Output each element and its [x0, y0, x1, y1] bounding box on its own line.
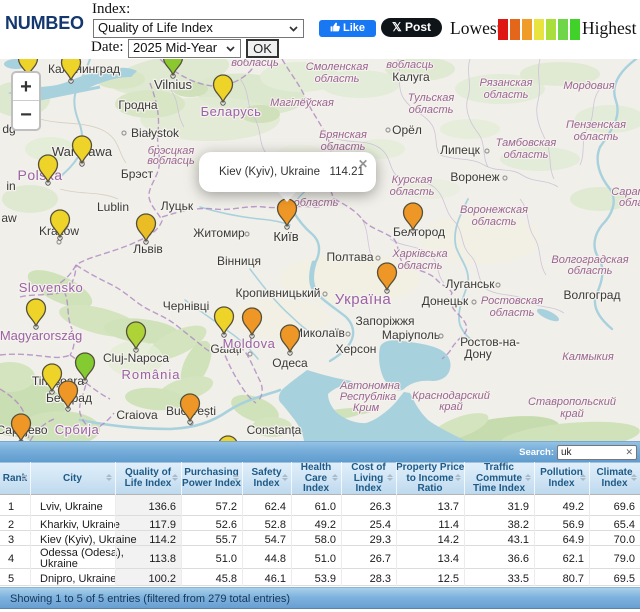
svg-text:Чернівці: Чернівці — [163, 299, 210, 313]
svg-text:Одеса: Одеса — [272, 356, 308, 370]
svg-text:область: область — [484, 89, 529, 101]
svg-text:Брэст: Брэст — [121, 167, 154, 181]
svg-text:Беларусь: Беларусь — [201, 104, 262, 119]
svg-text:Калининград: Калининград — [48, 62, 120, 76]
svg-text:Moldova: Moldova — [223, 336, 276, 351]
svg-text:Craiova: Craiova — [116, 408, 158, 422]
svg-text:область: область — [294, 197, 339, 209]
svg-text:Маріуполь: Маріуполь — [382, 328, 440, 342]
svg-text:Україна: Україна — [335, 291, 392, 308]
svg-text:область: область — [568, 265, 613, 277]
svg-text:Ставропольский: Ставропольский — [528, 396, 616, 408]
svg-text:Крим: Крим — [353, 402, 380, 414]
svg-text:Донецьк: Донецьк — [422, 294, 469, 308]
svg-text:Липецк: Липецк — [440, 143, 481, 157]
svg-text:Кропивницький: Кропивницький — [235, 286, 320, 300]
svg-text:Волгоград: Волгоград — [564, 288, 621, 302]
svg-text:область: область — [390, 186, 435, 198]
svg-text:область: область — [574, 131, 619, 143]
svg-text:aw: aw — [1, 211, 17, 225]
svg-text:Slovensko: Slovensko — [19, 280, 83, 295]
svg-text:область: область — [472, 216, 517, 228]
svg-text:Cluj-Napoca: Cluj-Napoca — [103, 351, 169, 365]
svg-text:Львів: Львів — [133, 242, 163, 256]
svg-text:România: România — [121, 367, 180, 382]
svg-text:область: область — [409, 104, 454, 116]
svg-text:область: область — [398, 260, 443, 272]
svg-text:вобласць: вобласць — [231, 59, 279, 69]
svg-text:Магілёўская: Магілёўская — [270, 97, 334, 109]
svg-text:Magyarország: Magyarország — [0, 328, 82, 343]
svg-text:Србија: Србија — [55, 422, 100, 437]
svg-text:in: in — [6, 179, 15, 193]
svg-text:Constanța: Constanța — [247, 423, 302, 437]
svg-text:Тамбовская: Тамбовская — [496, 137, 557, 149]
svg-text:Мордовия: Мордовия — [563, 80, 614, 92]
svg-text:Рязанская: Рязанская — [480, 77, 533, 89]
svg-text:Херсон: Херсон — [336, 342, 377, 356]
svg-text:Харківська: Харківська — [391, 248, 447, 260]
svg-text:Калуга: Калуга — [392, 70, 430, 84]
svg-text:Запоріжжя: Запоріжжя — [356, 314, 415, 328]
svg-text:область: область — [315, 73, 360, 85]
svg-text:край: край — [439, 401, 463, 413]
svg-text:Воронежская: Воронежская — [460, 204, 528, 216]
svg-text:Житомир: Житомир — [193, 226, 245, 240]
svg-text:Белгород: Белгород — [393, 225, 445, 239]
svg-text:Вінниця: Вінниця — [217, 254, 261, 268]
svg-text:Брянская: Брянская — [319, 129, 367, 141]
svg-text:область: область — [504, 149, 549, 161]
svg-text:Тульская: Тульская — [408, 92, 455, 104]
svg-text:Миколаїв: Миколаїв — [293, 326, 345, 340]
svg-text:Vilnius: Vilnius — [154, 77, 193, 92]
svg-text:Калмыкия: Калмыкия — [562, 351, 614, 363]
svg-text:Гродна: Гродна — [118, 98, 158, 112]
svg-text:Ростовская: Ростовская — [481, 295, 543, 307]
svg-text:Białystok: Białystok — [131, 126, 180, 140]
svg-text:область: область — [490, 307, 535, 319]
svg-text:Луганськ: Луганськ — [446, 277, 496, 291]
svg-text:Орёл: Орёл — [392, 123, 422, 137]
svg-text:Lublin: Lublin — [97, 200, 129, 214]
svg-text:вобласць: вобласць — [386, 59, 434, 71]
svg-text:Київ: Київ — [273, 229, 298, 244]
svg-text:Курская: Курская — [392, 174, 433, 186]
svg-text:вобласць: вобласць — [147, 155, 195, 167]
svg-text:Полтава: Полтава — [327, 250, 374, 264]
svg-text:Пензенская: Пензенская — [566, 119, 626, 131]
svg-text:Воронеж: Воронеж — [450, 170, 499, 184]
svg-text:облас: облас — [619, 197, 640, 209]
svg-text:Луцьк: Луцьк — [161, 199, 194, 213]
svg-text:край: край — [560, 408, 584, 420]
svg-text:Смоленская: Смоленская — [306, 61, 369, 73]
svg-text:Дону: Дону — [464, 347, 492, 361]
